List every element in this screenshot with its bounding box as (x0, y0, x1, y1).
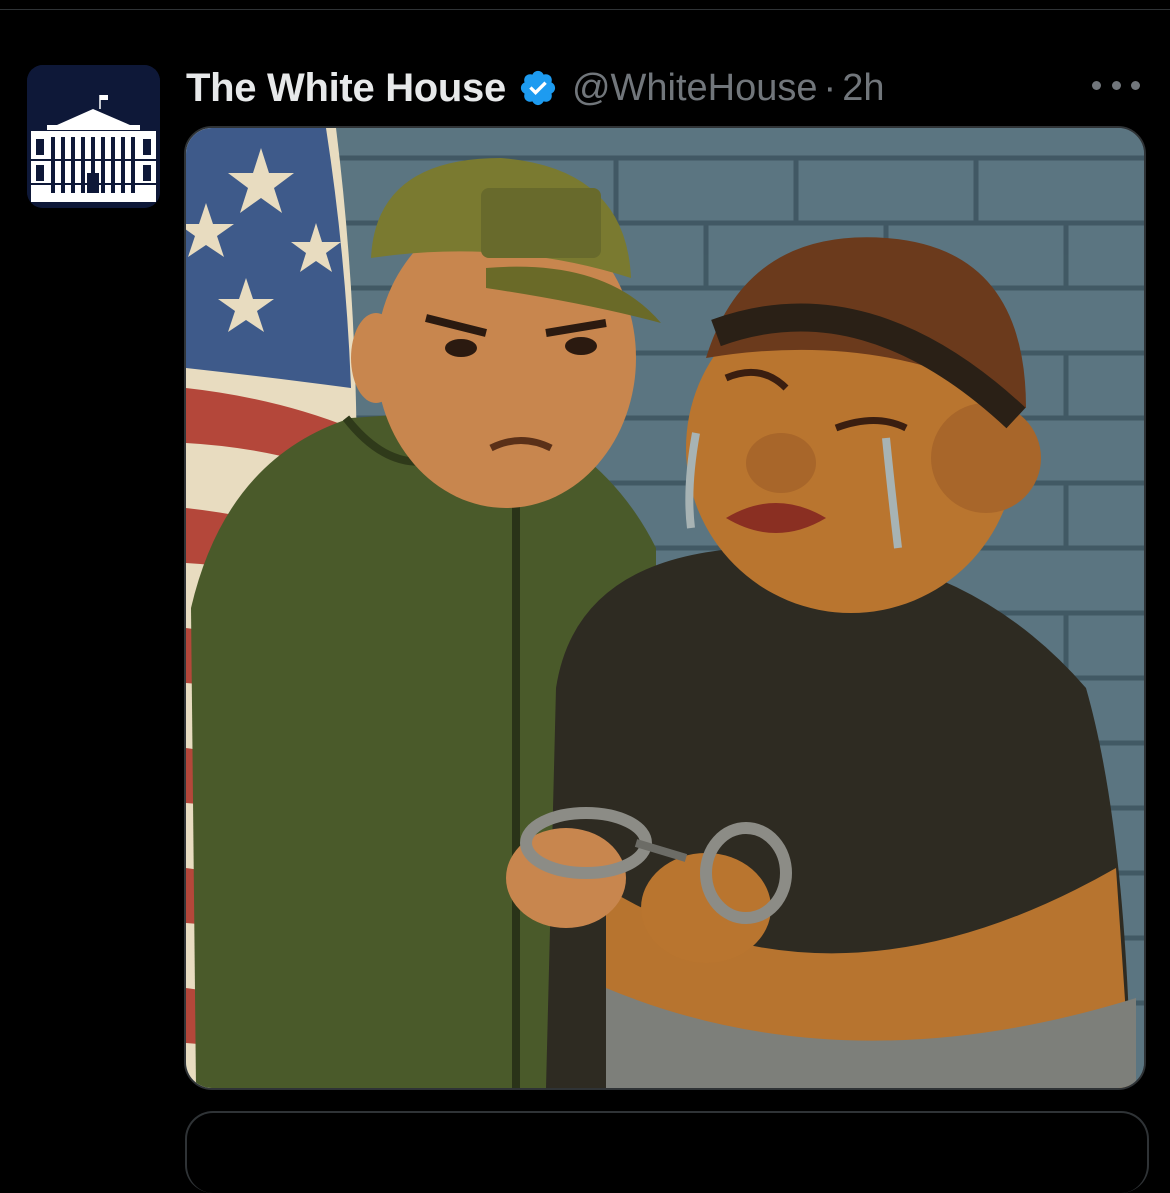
avatar[interactable] (27, 65, 160, 208)
display-name[interactable]: The White House (186, 66, 506, 111)
more-dot (1111, 80, 1121, 90)
user-handle[interactable]: @WhiteHouse (572, 67, 818, 110)
tweet-media-image[interactable] (184, 126, 1146, 1090)
more-dot (1131, 80, 1140, 90)
timestamp[interactable]: 2h (842, 67, 884, 110)
white-house-logo-icon (27, 65, 160, 208)
next-post-card (185, 1111, 1149, 1193)
illustration-image (186, 128, 1144, 1088)
tweet-header: The White House @WhiteHouse · 2h (186, 60, 884, 116)
tweet-article[interactable]: The White House @WhiteHouse · 2h (0, 10, 1170, 1193)
separator-dot: · (823, 66, 837, 109)
more-dot (1092, 80, 1101, 90)
more-horizontal-icon[interactable] (1092, 70, 1140, 100)
verified-badge-icon[interactable] (518, 68, 558, 108)
